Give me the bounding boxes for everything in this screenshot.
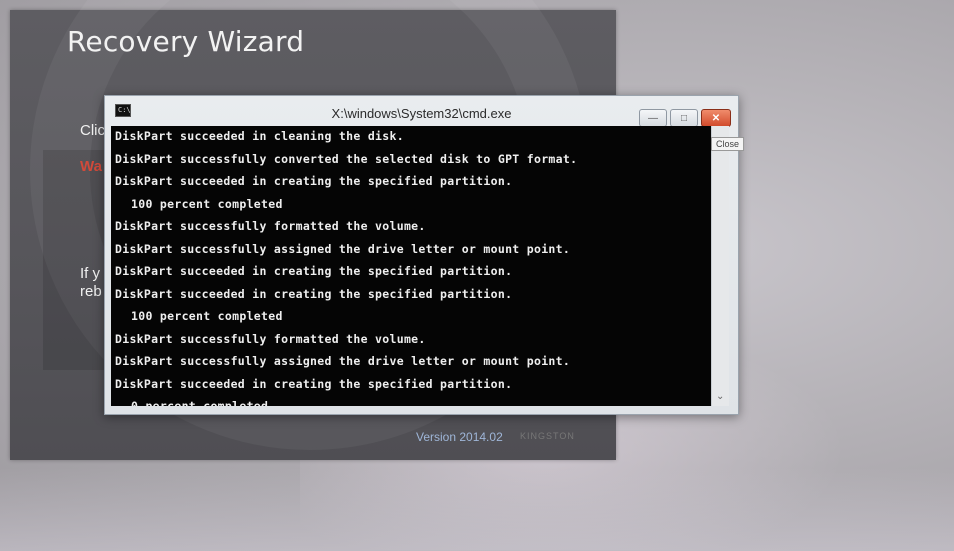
cmd-output-line: DiskPart succeeded in creating the speci… bbox=[115, 376, 513, 391]
cmd-console-output[interactable]: DiskPart succeeded in cleaning the disk.… bbox=[111, 126, 711, 406]
cmd-output-line: DiskPart successfully assigned the drive… bbox=[115, 354, 571, 368]
close-icon: ✕ bbox=[711, 112, 721, 124]
cmd-output-line: 100 percent completed bbox=[131, 309, 283, 323]
wizard-reboot-line-1: If y bbox=[80, 265, 101, 282]
minimize-button[interactable]: — bbox=[639, 109, 667, 127]
cmd-output-line: DiskPart succeeded in cleaning the disk. bbox=[115, 129, 404, 143]
wizard-title: Recovery Wizard bbox=[67, 25, 305, 58]
cmd-output-line: DiskPart successfully formatted the volu… bbox=[115, 331, 426, 346]
wizard-reboot-line-2: reb bbox=[80, 283, 102, 300]
screen-bottom-area bbox=[0, 468, 954, 551]
minimize-icon: — bbox=[648, 112, 658, 124]
close-tooltip: Close bbox=[711, 137, 745, 151]
cmd-titlebar[interactable]: C:\ X:\windows\System32\cmd.exe — □ ✕ bbox=[105, 96, 738, 127]
scroll-down-arrow-icon[interactable]: ⌄ bbox=[716, 391, 724, 402]
cmd-output-line: DiskPart succeeded in creating the speci… bbox=[115, 264, 513, 278]
cmd-window[interactable]: C:\ X:\windows\System32\cmd.exe — □ ✕ Di… bbox=[104, 95, 739, 415]
cmd-output-line: DiskPart successfully formatted the volu… bbox=[115, 219, 426, 233]
cmd-output-line: 0 percent completed bbox=[131, 399, 269, 406]
cmd-output-line: DiskPart succeeded in creating the speci… bbox=[115, 174, 513, 188]
cmd-output-lines: DiskPart succeeded in cleaning the disk.… bbox=[115, 126, 577, 406]
maximize-button[interactable]: □ bbox=[670, 109, 698, 127]
cmd-output-line: DiskPart successfully assigned the drive… bbox=[115, 241, 571, 256]
cmd-output-line: 100 percent completed bbox=[131, 196, 283, 211]
wizard-version-label: Version 2014.02 bbox=[416, 430, 503, 444]
wizard-reboot-text: If y reb bbox=[80, 265, 102, 301]
cmd-output-line: DiskPart succeeded in creating the speci… bbox=[115, 286, 513, 301]
cmd-output-line: DiskPart successfully converted the sele… bbox=[115, 151, 578, 166]
wizard-warning-text: Wa bbox=[80, 158, 102, 175]
maximize-icon: □ bbox=[680, 112, 688, 124]
brand-logo: KINGSTON bbox=[520, 431, 575, 441]
wizard-instruction-text: Clic bbox=[80, 122, 105, 139]
close-button[interactable]: ✕ bbox=[701, 109, 731, 127]
cmd-scrollbar[interactable]: ⌄ bbox=[711, 126, 729, 406]
